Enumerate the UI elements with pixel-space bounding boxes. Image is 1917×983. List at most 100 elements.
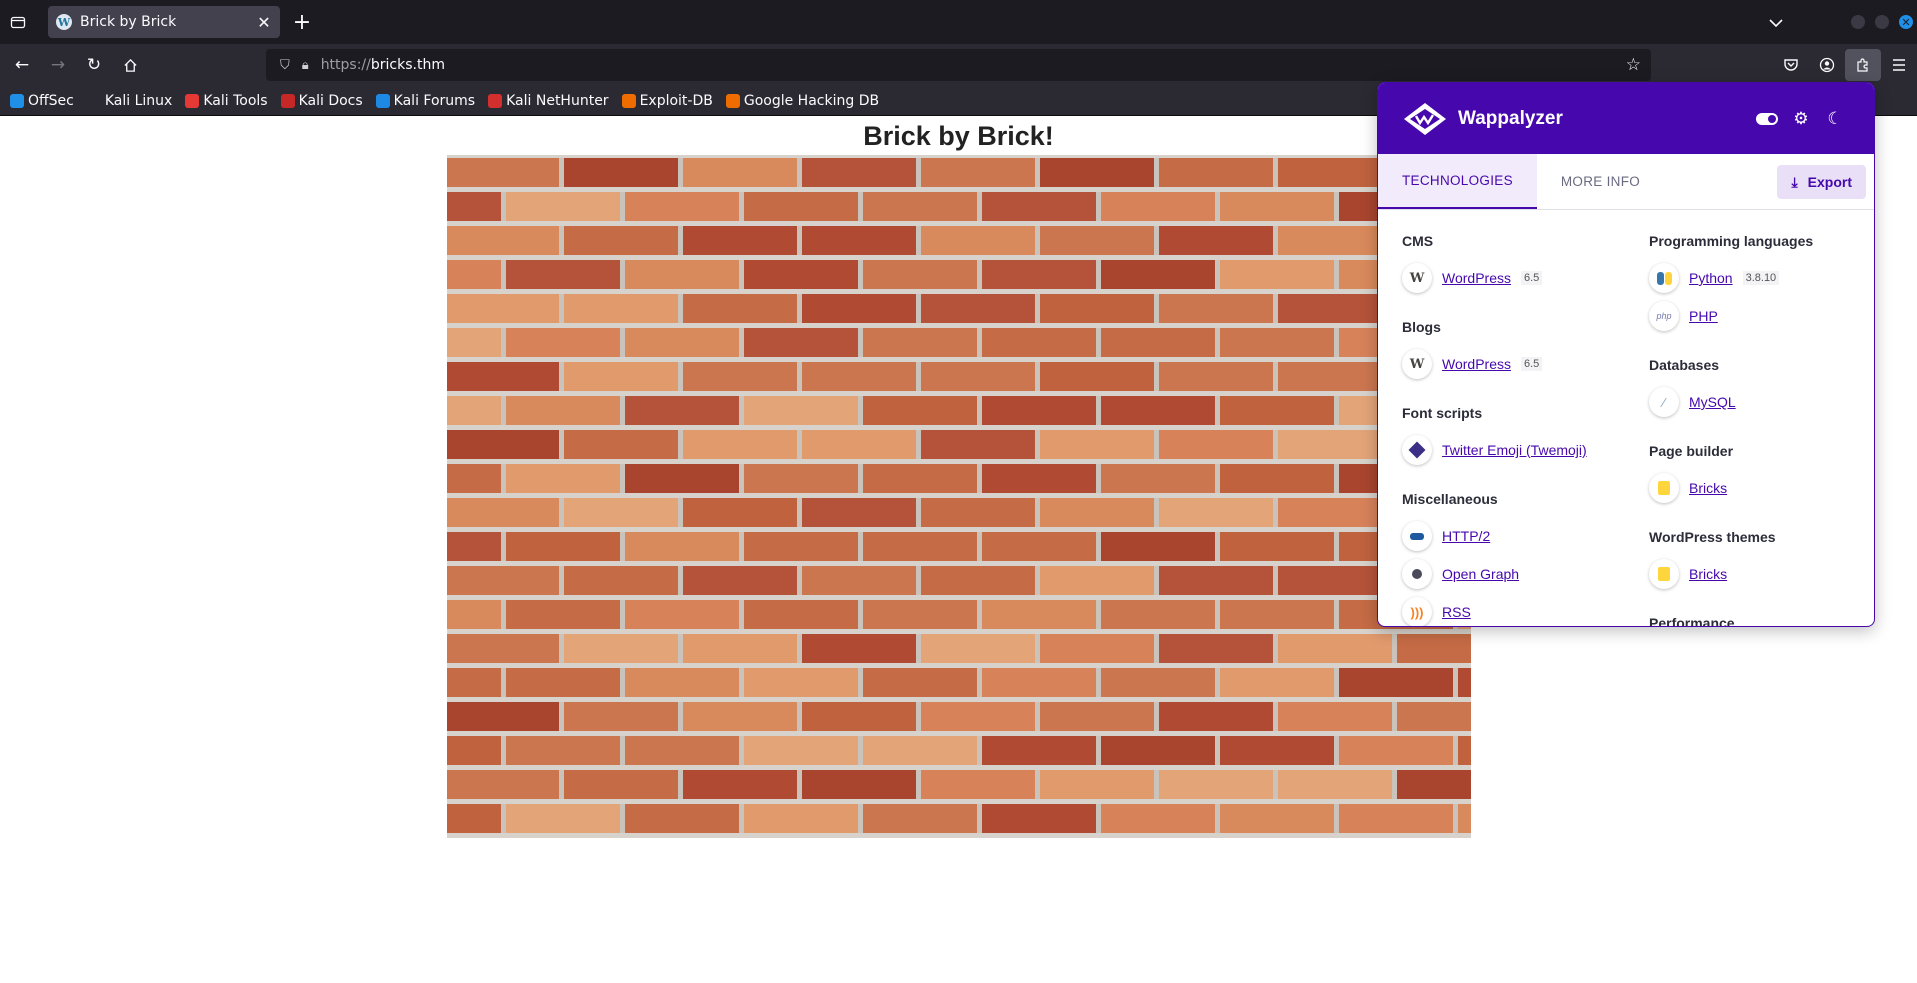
twemoji-icon [1402, 435, 1432, 465]
export-button[interactable]: ⤓ Export [1777, 165, 1866, 199]
download-icon: ⤓ [1791, 173, 1798, 190]
open-graph-icon [1402, 559, 1432, 589]
account-button[interactable] [1809, 49, 1845, 81]
technology-link[interactable]: Python [1689, 270, 1733, 286]
tab-list-icon [10, 16, 26, 29]
dark-mode-moon-icon[interactable]: ☾ [1820, 109, 1850, 129]
bookmark-exploit-db[interactable]: Exploit-DB [621, 92, 713, 109]
technology-item: Bricks [1649, 469, 1869, 507]
tab-technologies[interactable]: TECHNOLOGIES [1378, 154, 1537, 209]
tab-list-button[interactable] [0, 0, 36, 44]
category-title: Page builder [1649, 443, 1734, 459]
maximize-window-button[interactable] [1875, 15, 1889, 29]
bookmark-kali-docs[interactable]: Kali Docs [280, 93, 363, 109]
technology-item: W WordPress 6.5 [1402, 345, 1642, 383]
bookmark-star-icon[interactable]: ☆ [1626, 55, 1641, 75]
bookmark-favicon-icon [375, 93, 390, 108]
category-wordpress-themes: WordPress themes Bricks [1649, 529, 1869, 593]
technology-link[interactable]: HTTP/2 [1442, 528, 1490, 544]
url-host: bricks.thm [370, 57, 445, 73]
settings-gear-icon[interactable]: ⚙ [1786, 109, 1816, 129]
lock-icon[interactable]: 🔒︎ [302, 58, 309, 73]
category-title: Performance [1649, 615, 1735, 626]
wordpress-icon: W [1402, 263, 1432, 293]
technologies-left-column: CMS W WordPress 6.5 Blogs W WordPress 6.5 Font s… [1402, 211, 1642, 626]
new-tab-button[interactable]: + [286, 6, 318, 38]
minimize-window-button[interactable] [1851, 15, 1865, 29]
pocket-icon [1784, 59, 1798, 71]
puzzle-piece-icon [1857, 58, 1868, 72]
technology-link[interactable]: MySQL [1689, 394, 1736, 410]
application-menu-button[interactable] [1881, 49, 1917, 81]
tab-title: Brick by Brick [80, 14, 177, 30]
bookmark-favicon-icon [621, 93, 636, 108]
category-programming-languages: Programming languages Python 3.8.10 php PHP [1649, 233, 1869, 335]
bookmark-google-hacking-db[interactable]: Google Hacking DB [725, 92, 880, 109]
category-title: Databases [1649, 357, 1720, 373]
http2-icon [1402, 521, 1432, 551]
home-button[interactable] [112, 49, 148, 81]
technology-link[interactable]: PHP [1689, 308, 1718, 324]
wappalyzer-popup: Wappalyzer ⚙ ☾ TECHNOLOGIES MORE INFO ⤓ … [1377, 82, 1875, 627]
bookmark-kali-tools[interactable]: Kali Tools [185, 93, 268, 109]
technology-link[interactable]: Bricks [1689, 566, 1727, 582]
bookmark-label: OffSec [28, 92, 74, 109]
tab-bar: W Brick by Brick ✕ + ✕ [0, 0, 1917, 44]
toggle-icon [1756, 113, 1778, 126]
bookmark-kali-forums[interactable]: Kali Forums [375, 92, 476, 109]
back-button[interactable]: ← [4, 49, 40, 81]
close-window-button[interactable]: ✕ [1899, 15, 1913, 29]
enable-toggle[interactable] [1752, 109, 1782, 129]
bookmark-kali-nethunter[interactable]: Kali NetHunter [488, 92, 609, 109]
bookmark-label: Kali Linux [104, 92, 173, 109]
technology-item: Twitter Emoji (Twemoji) [1402, 431, 1642, 469]
technology-item: W WordPress 6.5 [1402, 259, 1642, 297]
technology-item: Bricks [1649, 555, 1869, 593]
bookmark-kali-linux[interactable]: Kali Linux [86, 92, 173, 109]
tab-brick-by-brick[interactable]: W Brick by Brick ✕ [48, 6, 280, 38]
bookmark-favicon-icon [280, 93, 295, 108]
bookmark-label: Kali NetHunter [506, 92, 609, 109]
technology-link[interactable]: Twitter Emoji (Twemoji) [1442, 442, 1587, 458]
tab-close-icon[interactable]: ✕ [256, 13, 272, 32]
wappalyzer-title: Wappalyzer [1458, 107, 1563, 129]
wappalyzer-logo-icon [1404, 102, 1446, 135]
technology-link[interactable]: WordPress [1442, 356, 1511, 372]
reload-button[interactable]: ↻ [76, 49, 112, 81]
bookmark-favicon-icon [10, 93, 24, 108]
bookmark-label: Exploit-DB [639, 92, 713, 109]
php-icon: php [1649, 301, 1679, 331]
category-blogs: Blogs W WordPress 6.5 [1402, 319, 1642, 383]
list-all-tabs-chevron-icon[interactable] [1761, 13, 1791, 32]
category-title: CMS [1402, 233, 1434, 249]
wordpress-icon: W [1402, 349, 1432, 379]
brick-wall-image [447, 155, 1471, 838]
url-bar[interactable]: ⛉ 🔒︎ https://bricks.thm ☆ [266, 49, 1651, 81]
tracking-protection-shield-icon[interactable]: ⛉ [280, 58, 290, 73]
category-title: Blogs [1402, 319, 1441, 335]
pocket-button[interactable] [1773, 49, 1809, 81]
category-title: Programming languages [1649, 233, 1814, 249]
category-cms: CMS W WordPress 6.5 [1402, 233, 1642, 297]
tab-more-info[interactable]: MORE INFO [1537, 154, 1664, 209]
python-icon [1649, 263, 1679, 293]
bookmark-label: Kali Forums [393, 92, 476, 109]
extensions-button[interactable] [1845, 49, 1881, 81]
technology-item: ))) RSS [1402, 593, 1642, 626]
bookmark-offsec[interactable]: OffSec [10, 93, 74, 109]
technology-item: HTTP/2 [1402, 517, 1642, 555]
technology-link[interactable]: Bricks [1689, 480, 1727, 496]
mysql-icon: ⁄ [1649, 387, 1679, 417]
rss-icon: ))) [1402, 597, 1432, 626]
bookmark-label: Google Hacking DB [743, 92, 880, 109]
wappalyzer-header: Wappalyzer ⚙ ☾ [1378, 83, 1874, 154]
technology-link[interactable]: WordPress [1442, 270, 1511, 286]
category-page-builder: Page builder Bricks [1649, 443, 1869, 507]
bookmark-favicon-icon [725, 93, 740, 108]
category-font-scripts: Font scripts Twitter Emoji (Twemoji) [1402, 405, 1642, 469]
technology-link[interactable]: Open Graph [1442, 566, 1519, 582]
technology-link[interactable]: RSS [1442, 604, 1471, 620]
forward-button[interactable]: → [40, 49, 76, 81]
export-label: Export [1807, 174, 1852, 190]
wappalyzer-tabs: TECHNOLOGIES MORE INFO ⤓ Export [1378, 154, 1874, 210]
